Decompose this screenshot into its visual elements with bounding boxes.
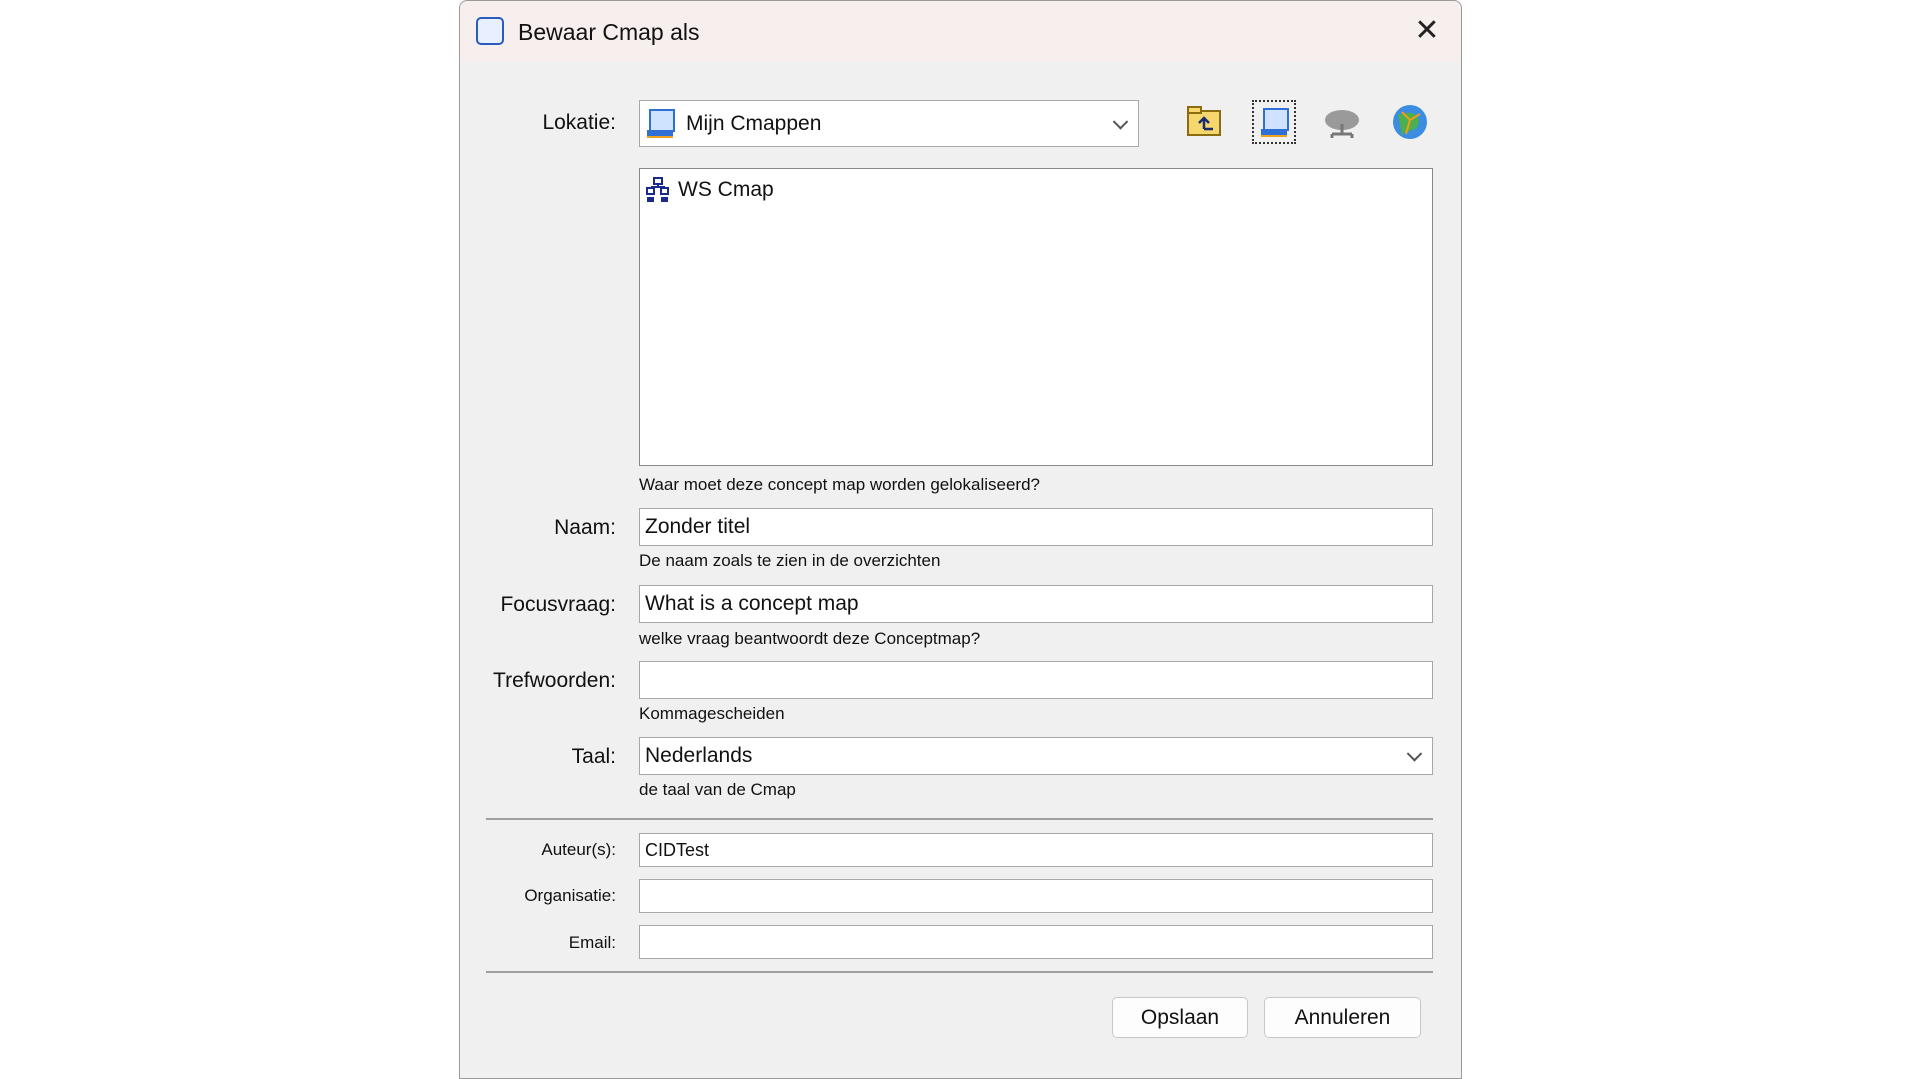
my-cmaps-computer-icon <box>1261 108 1289 137</box>
title-bar: Bewaar Cmap als ✕ <box>460 1 1461 62</box>
cmap-icon <box>646 177 669 202</box>
chevron-down-icon <box>1406 746 1423 762</box>
list-item[interactable]: WS Cmap <box>646 177 774 203</box>
keywords-hint: Kommagescheiden <box>639 704 785 723</box>
divider <box>486 971 1433 973</box>
cmap-server-cloud-icon <box>1325 110 1359 138</box>
email-input[interactable] <box>639 925 1433 959</box>
cmap-file-list[interactable]: WS Cmap <box>639 168 1433 466</box>
divider <box>486 818 1433 820</box>
name-input[interactable]: Zonder titel <box>639 508 1433 546</box>
cmap-places-globe-icon <box>1393 105 1427 139</box>
chevron-down-icon <box>1112 113 1129 130</box>
keywords-label: Trefwoorden: <box>493 669 616 692</box>
location-value: Mijn Cmappen <box>686 112 822 135</box>
name-hint: De naam zoals te zien in de overzichten <box>639 551 941 570</box>
cmap-app-icon <box>476 17 504 45</box>
author-label: Auteur(s): <box>541 840 616 859</box>
location-hint: Waar moet deze concept map worden geloka… <box>639 475 1040 494</box>
focus-question-label: Focusvraag: <box>500 593 616 616</box>
list-item-label: WS Cmap <box>678 178 774 201</box>
location-label: Lokatie: <box>542 111 616 134</box>
my-cmaps-button[interactable] <box>1252 100 1296 144</box>
close-button[interactable]: ✕ <box>1407 11 1447 51</box>
folder-up-button[interactable] <box>1183 100 1227 144</box>
save-button[interactable]: Opslaan <box>1112 997 1248 1038</box>
cmap-server-button[interactable] <box>1320 100 1364 144</box>
location-dropdown[interactable]: Mijn Cmappen <box>639 100 1139 147</box>
organisation-label: Organisatie: <box>524 886 616 905</box>
folder-up-icon <box>1187 106 1221 136</box>
dialog-title: Bewaar Cmap als <box>518 19 700 45</box>
name-label: Naam: <box>554 516 616 539</box>
language-value: Nederlands <box>645 744 753 767</box>
focus-question-input[interactable]: What is a concept map <box>639 585 1433 623</box>
author-input[interactable]: CIDTest <box>639 833 1433 867</box>
focus-question-hint: welke vraag beantwoordt deze Conceptmap? <box>639 629 981 648</box>
computer-icon <box>647 109 675 138</box>
email-label: Email: <box>568 933 616 952</box>
cancel-button[interactable]: Annuleren <box>1264 997 1421 1038</box>
language-label: Taal: <box>571 745 616 768</box>
organisation-input[interactable] <box>639 879 1433 913</box>
language-hint: de taal van de Cmap <box>639 780 796 799</box>
keywords-input[interactable] <box>639 661 1433 699</box>
language-dropdown[interactable]: Nederlands <box>639 737 1433 775</box>
cmap-places-button[interactable] <box>1388 100 1432 144</box>
